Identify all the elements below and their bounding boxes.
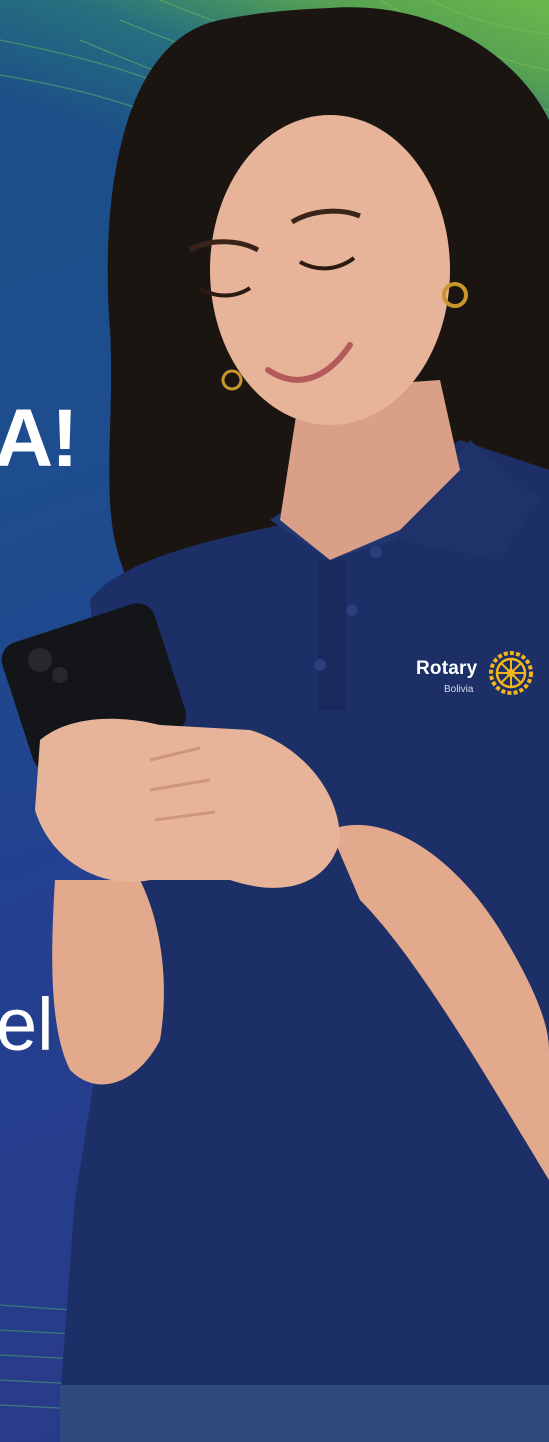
left-forearm (52, 880, 164, 1085)
jeans (60, 1385, 549, 1442)
rotary-wheel-icon (489, 651, 533, 695)
photo-canvas: A! el Rotary Bolivia (0, 0, 549, 1442)
rotary-subtitle: Bolivia (444, 684, 474, 695)
woman-figure (1, 7, 549, 1442)
rotary-logo: Rotary Bolivia (414, 650, 536, 702)
rotary-wordmark: Rotary (416, 658, 478, 679)
